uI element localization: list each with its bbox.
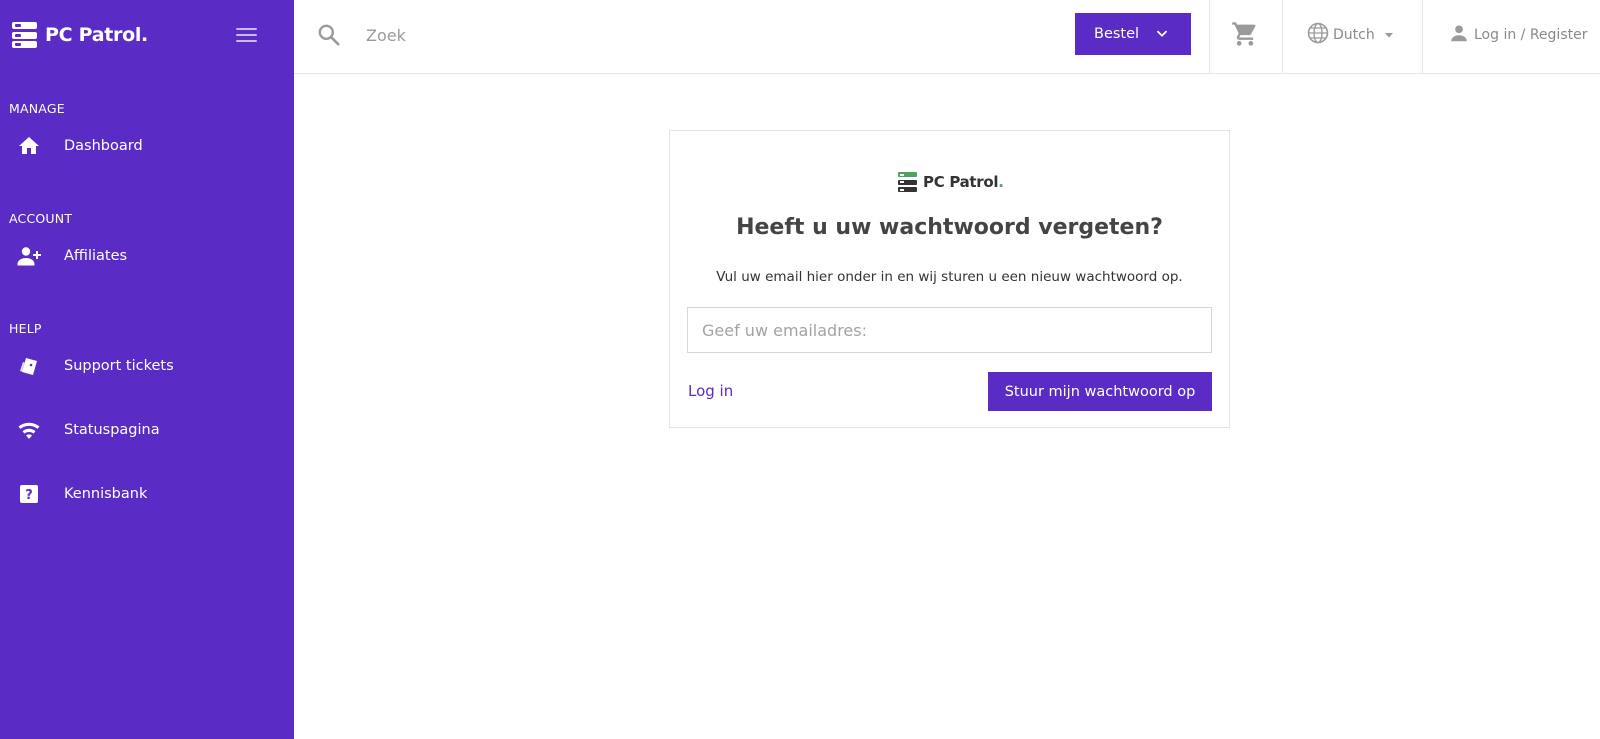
login-register-label: Log in / Register [1474, 27, 1588, 43]
order-dropdown-button[interactable]: Bestel [1075, 13, 1191, 55]
top-bar: Bestel Dutch Log in / Register [294, 0, 1600, 74]
person-add-icon [15, 242, 43, 270]
language-label: Dutch [1333, 27, 1375, 43]
login-link[interactable]: Log in [688, 382, 733, 400]
email-field[interactable] [687, 307, 1212, 353]
language-selector[interactable]: Dutch [1306, 21, 1395, 49]
sidebar-item-dashboard[interactable]: Dashboard [0, 126, 294, 166]
cart-icon[interactable] [1231, 20, 1261, 50]
svg-text:?: ? [25, 488, 33, 503]
sidebar-logo[interactable]: PC Patrol. [12, 20, 148, 50]
brand-name: PC Patrol. [923, 173, 1004, 191]
sidebar-item-support-tickets[interactable]: Support tickets [0, 346, 294, 386]
send-password-button[interactable]: Stuur mijn wachtwoord op [988, 372, 1212, 411]
login-register-link[interactable]: Log in / Register [1448, 21, 1587, 49]
section-title-manage: MANAGE [9, 101, 65, 116]
person-icon [1448, 22, 1470, 48]
section-title-help: HELP [9, 321, 42, 336]
server-logo-icon [12, 22, 37, 48]
search-input[interactable] [366, 18, 866, 52]
page-title: Heeft u uw wachtwoord vergeten? [736, 215, 1163, 240]
menu-toggle-icon[interactable] [236, 27, 258, 43]
ticket-icon [15, 352, 43, 380]
brand-name: PC Patrol. [45, 24, 148, 46]
sidebar-item-statuspagina[interactable]: Statuspagina [0, 410, 294, 450]
chevron-down-icon [1155, 27, 1169, 45]
wifi-icon [15, 416, 43, 444]
sidebar-item-label: Dashboard [64, 138, 143, 154]
instructions-text: Vul uw email hier onder in en wij sturen… [716, 269, 1183, 285]
sidebar-item-label: Support tickets [64, 358, 174, 374]
globe-icon [1306, 21, 1330, 49]
sidebar-item-label: Affiliates [64, 248, 128, 264]
order-button-label: Bestel [1094, 26, 1140, 42]
divider [1282, 0, 1283, 74]
sidebar: PC Patrol. MANAGE Dashboard ACCOUNT Affi… [0, 0, 294, 739]
home-icon [15, 132, 43, 160]
sidebar-item-kennisbank[interactable]: ? Kennisbank [0, 474, 294, 514]
help-icon: ? [15, 480, 43, 508]
caret-down-icon [1383, 26, 1395, 45]
sidebar-item-affiliates[interactable]: Affiliates [0, 236, 294, 276]
divider [1209, 0, 1210, 74]
sidebar-item-label: Kennisbank [64, 486, 148, 502]
section-title-account: ACCOUNT [9, 211, 73, 226]
sidebar-item-label: Statuspagina [64, 422, 160, 438]
divider [1422, 0, 1423, 74]
forgot-password-card: PC Patrol. Heeft u uw wachtwoord vergete… [669, 130, 1230, 428]
card-logo: PC Patrol. [898, 171, 1004, 193]
server-logo-icon [898, 172, 917, 192]
search-icon[interactable] [316, 22, 342, 48]
